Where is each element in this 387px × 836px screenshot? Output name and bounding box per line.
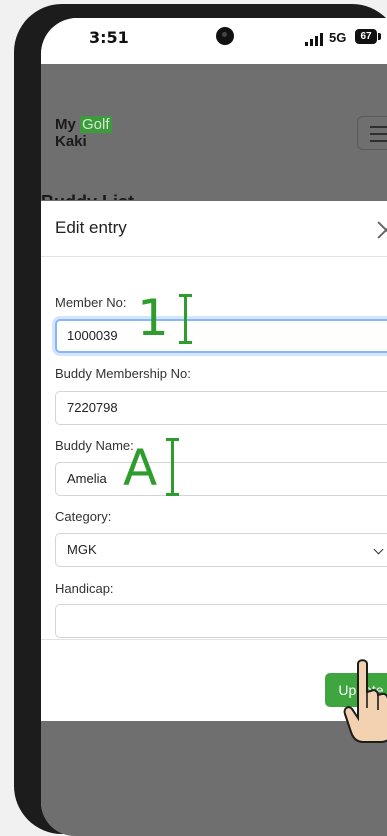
category-value: MGK	[67, 542, 97, 557]
modal-header: Edit entry	[41, 201, 387, 257]
signal-icon	[305, 33, 325, 46]
pointer-hand-icon	[343, 659, 387, 743]
camera-cutout	[216, 27, 234, 45]
member-no-input[interactable]: 1000039	[55, 319, 387, 353]
logo-kaki: Kaki	[55, 133, 87, 150]
buddy-membership-no-input[interactable]: 7220798	[55, 391, 387, 425]
chevron-down-icon	[373, 544, 384, 555]
buddy-name-input[interactable]: Amelia	[55, 462, 387, 496]
category-label: Category:	[55, 509, 112, 524]
category-select[interactable]: MGK	[55, 533, 387, 567]
battery-icon: 67	[355, 29, 381, 44]
handicap-label: Handicap:	[55, 581, 114, 596]
menu-icon[interactable]	[357, 116, 387, 150]
text-cursor-label: A	[123, 439, 158, 497]
screen: 3:51 5G 67 My Golf Kaki Buddy List Edit …	[41, 18, 387, 836]
network-label: 5G	[329, 30, 347, 45]
logo-golf: Golf	[80, 116, 112, 133]
close-icon[interactable]	[377, 221, 387, 239]
text-cursor-icon	[179, 294, 193, 346]
edit-entry-modal: Edit entry Member No: 1000039 Buddy Memb…	[41, 201, 387, 721]
app-logo: My Golf Kaki	[55, 116, 112, 150]
text-cursor-icon	[166, 438, 180, 498]
member-no-label: Member No:	[55, 295, 127, 310]
buddy-name-label: Buddy Name:	[55, 438, 134, 453]
numeric-cursor-label: 1	[137, 289, 169, 347]
phone-frame: 3:51 5G 67 My Golf Kaki Buddy List Edit …	[14, 4, 387, 836]
logo-my: My	[55, 116, 76, 133]
status-time: 3:51	[89, 28, 129, 47]
status-bar: 3:51 5G 67	[41, 18, 387, 64]
buddy-membership-no-label: Buddy Membership No:	[55, 366, 191, 381]
modal-footer-divider	[41, 639, 387, 640]
handicap-input[interactable]	[55, 604, 387, 638]
modal-title: Edit entry	[55, 218, 127, 237]
page-title: Buddy List	[41, 190, 134, 200]
